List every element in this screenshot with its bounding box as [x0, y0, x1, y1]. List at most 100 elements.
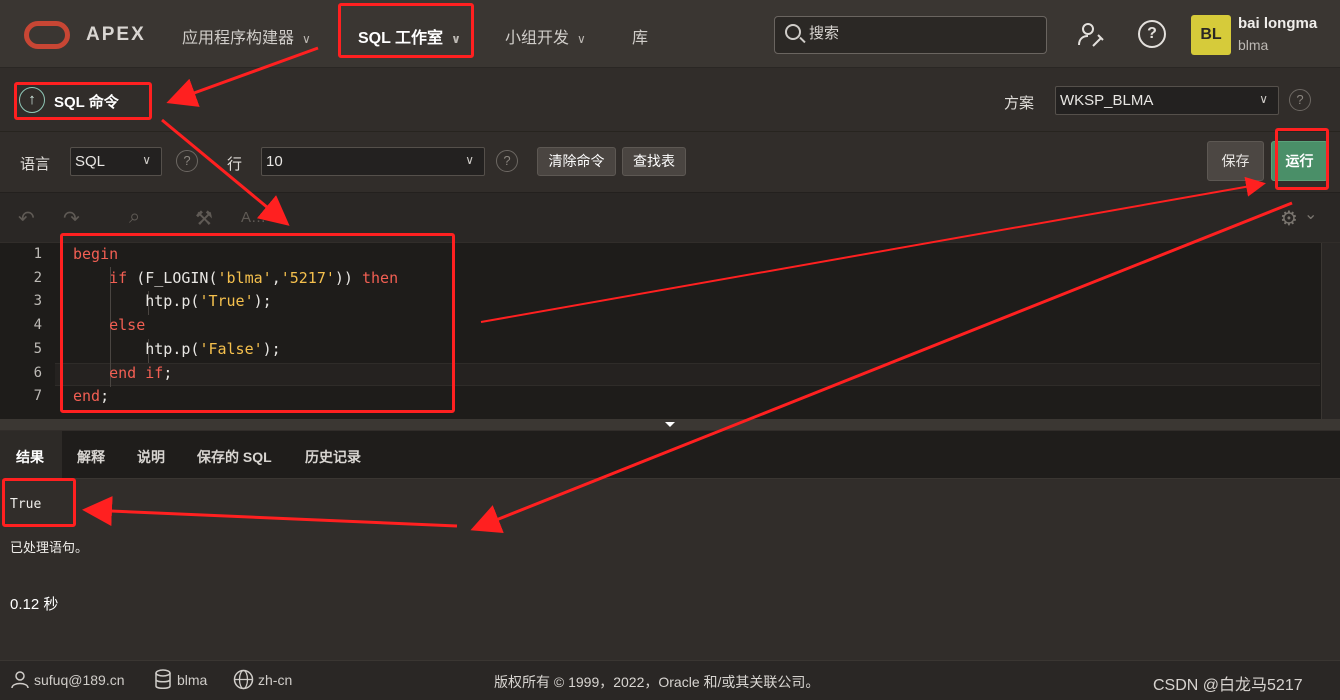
- rows-select-value: 10: [266, 153, 283, 170]
- tab-explain[interactable]: 解释: [77, 447, 105, 467]
- code-token: )): [334, 268, 362, 287]
- current-line-highlight: [55, 363, 1320, 386]
- code-token: 'blma': [217, 268, 272, 287]
- footer-email: sufuq@189.cn: [34, 672, 125, 688]
- page-title: SQL 命令: [54, 94, 119, 111]
- editor-scrollbar[interactable]: [1321, 243, 1340, 419]
- nav-sql-workshop-label: SQL 工作室: [358, 30, 444, 47]
- code-token: );: [262, 339, 281, 358]
- chevron-down-icon: ∨: [1259, 92, 1268, 106]
- code-line: htp.p('True');: [73, 292, 272, 311]
- user-name[interactable]: bai longma: [1238, 15, 1317, 32]
- language-select[interactable]: SQL ∨: [70, 147, 162, 176]
- schema-select[interactable]: WKSP_BLMA ∨: [1055, 86, 1279, 115]
- output-line: True: [10, 497, 42, 512]
- apex-brand[interactable]: APEX: [86, 24, 146, 46]
- chevron-down-icon: ∨: [465, 153, 474, 167]
- gear-icon[interactable]: ⚙: [1280, 206, 1298, 231]
- code-line: htp.p('False');: [73, 339, 281, 358]
- clear-command-button[interactable]: 清除命令: [537, 147, 616, 176]
- code-token: '5217': [280, 268, 335, 287]
- find-icon[interactable]: ⌕: [129, 206, 140, 229]
- code-token: 'False': [199, 339, 263, 358]
- nav-sql-workshop[interactable]: SQL 工作室 ∨: [358, 24, 461, 48]
- database-icon: [155, 669, 171, 689]
- code-token: ;: [163, 363, 173, 382]
- oracle-logo-icon[interactable]: [24, 21, 70, 49]
- find-tables-button[interactable]: 查找表: [622, 147, 686, 176]
- nav-gallery[interactable]: 库: [632, 24, 648, 48]
- arrow-up-icon[interactable]: ↑: [19, 87, 45, 113]
- line-number: 5: [33, 340, 42, 357]
- chevron-down-icon: ∨: [577, 32, 586, 46]
- code-token: ;: [100, 387, 110, 406]
- results-pane: [0, 480, 1340, 659]
- code-token: if: [109, 268, 128, 287]
- line-number: 1: [33, 246, 42, 262]
- nav-app-builder[interactable]: 应用程序构建器 ∨: [182, 24, 311, 48]
- footer-workspace: blma: [177, 672, 208, 688]
- chevron-down-icon: ∨: [451, 32, 461, 46]
- line-number: 4: [33, 317, 42, 334]
- avatar[interactable]: BL: [1191, 15, 1231, 55]
- nav-team-development[interactable]: 小组开发 ∨: [505, 24, 586, 48]
- run-button[interactable]: 运行: [1271, 141, 1328, 181]
- code-token: end: [73, 387, 101, 406]
- code-token: htp.p(: [73, 292, 200, 311]
- code-token: );: [253, 292, 272, 311]
- code-token: begin: [73, 245, 119, 263]
- tab-results[interactable]: 结果: [16, 447, 44, 467]
- autocomplete-icon[interactable]: A…: [241, 209, 266, 226]
- elapsed-time: 0.12 秒: [10, 596, 59, 613]
- code-line: begin: [73, 245, 118, 263]
- language-help-icon[interactable]: ?: [176, 150, 198, 172]
- code-token: ,: [271, 268, 281, 287]
- user-icon: [11, 671, 29, 689]
- line-number: 7: [33, 388, 42, 405]
- line-number-gutter: 1 2 3 4 5 6 7: [0, 243, 55, 419]
- rows-help-icon[interactable]: ?: [496, 150, 518, 172]
- nav-app-builder-label: 应用程序构建器: [182, 30, 295, 47]
- language-label: 语言: [20, 156, 51, 173]
- user-schema: blma: [1238, 37, 1269, 53]
- rows-select[interactable]: 10 ∨: [261, 147, 485, 176]
- schema-select-value: WKSP_BLMA: [1060, 92, 1154, 109]
- footer-copyright: 版权所有 © 1999，2022，Oracle 和/或其关联公司。: [494, 674, 820, 690]
- line-number: 2: [33, 269, 42, 286]
- code-token: then: [362, 268, 399, 287]
- tab-saved-sql[interactable]: 保存的 SQL: [197, 447, 272, 467]
- top-navigation-bar: APEX 应用程序构建器 ∨ SQL 工作室 ∨ 小组开发 ∨ 库 ? BL bai …: [0, 0, 1340, 68]
- results-tabs: 结果 解释 说明 保存的 SQL 历史记录: [0, 431, 1340, 479]
- chevron-down-icon: ∨: [302, 32, 311, 46]
- user-admin-icon[interactable]: [1077, 20, 1105, 48]
- pane-splitter[interactable]: [0, 419, 1340, 430]
- code-editor[interactable]: 1 2 3 4 5 6 7 begin if (F_LOGIN('blma','5217')…: [0, 243, 1340, 419]
- format-hammer-icon[interactable]: ⚒: [195, 206, 213, 231]
- help-icon[interactable]: ?: [1138, 20, 1166, 48]
- rows-label: 行: [227, 156, 243, 173]
- footer-locale[interactable]: zh-cn: [258, 672, 292, 688]
- line-number: 6: [33, 364, 42, 381]
- collapse-arrow-icon[interactable]: [665, 422, 675, 427]
- code-line: else: [73, 316, 145, 334]
- search-input[interactable]: [809, 25, 1029, 42]
- undo-icon[interactable]: ↶: [18, 206, 35, 231]
- settings-chevron-down-icon[interactable]: ⌄: [1304, 204, 1317, 224]
- language-select-value: SQL: [75, 153, 106, 170]
- save-button[interactable]: 保存: [1207, 141, 1264, 181]
- code-token: end if: [109, 363, 164, 382]
- tab-describe[interactable]: 说明: [137, 447, 165, 467]
- redo-icon[interactable]: ↷: [63, 206, 80, 231]
- chevron-down-icon: ∨: [142, 153, 151, 167]
- code-line: if (F_LOGIN('blma','5217')) then: [73, 269, 398, 287]
- schema-help-icon[interactable]: ?: [1289, 89, 1311, 111]
- output-line: 已处理语句。: [10, 541, 89, 556]
- search-box[interactable]: [774, 16, 1047, 54]
- csdn-watermark: CSDN @白龙马5217: [1153, 677, 1303, 694]
- code-token: else: [109, 316, 146, 335]
- tab-history[interactable]: 历史记录: [305, 447, 361, 467]
- nav-team-development-label: 小组开发: [505, 30, 570, 47]
